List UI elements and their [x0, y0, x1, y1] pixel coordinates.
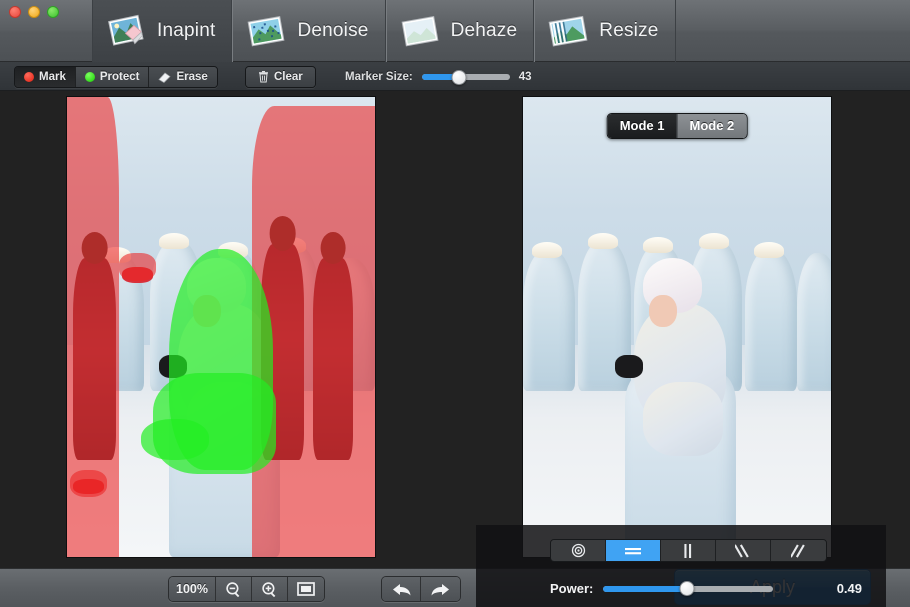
erase-tool-label: Erase — [176, 71, 208, 83]
title-bar: Inapint Denoise Dehaze Resize — [0, 0, 910, 62]
trash-icon — [258, 71, 269, 83]
fit-to-screen-icon[interactable] — [287, 577, 324, 601]
tab-inpaint[interactable]: Inapint — [92, 0, 233, 62]
clear-button[interactable]: Clear — [246, 67, 315, 87]
undo-arrow-icon[interactable] — [382, 577, 421, 601]
red-dot-icon — [24, 72, 34, 82]
photo-resize-icon — [547, 11, 591, 51]
mark-tool-group: Mark Protect Erase — [14, 66, 218, 88]
tab-dehaze[interactable]: Dehaze — [385, 0, 535, 62]
tab-resize-label: Resize — [599, 20, 659, 41]
canvas-area: Mode 1 Mode 2 Power: 0.49 — [0, 91, 910, 607]
mode-2-button[interactable]: Mode 2 — [677, 114, 747, 138]
tab-denoise[interactable]: Denoise — [232, 0, 386, 62]
diagonal-back-icon[interactable] — [716, 540, 771, 561]
mark-tool-label: Mark — [39, 71, 66, 83]
mode-switch: Mode 1 Mode 2 — [606, 113, 748, 139]
tab-inpaint-label: Inapint — [157, 20, 216, 41]
result-photo — [523, 97, 831, 557]
tab-bar: Inapint Denoise Dehaze Resize — [92, 0, 676, 62]
options-bar: Mark Protect Erase Clear Marker Size: 43 — [0, 62, 910, 91]
marker-size-label: Marker Size: — [345, 71, 413, 83]
power-value: 0.49 — [836, 581, 862, 596]
marker-size-slider[interactable] — [421, 69, 510, 85]
protect-tool-button[interactable]: Protect — [75, 67, 150, 87]
protect-tool-label: Protect — [99, 71, 140, 83]
tab-resize[interactable]: Resize — [534, 0, 676, 62]
direction-button-group — [550, 539, 827, 562]
tab-dehaze-label: Dehaze — [450, 20, 518, 41]
marker-size-value: 43 — [518, 71, 532, 83]
redo-arrow-icon[interactable] — [421, 577, 460, 601]
window-controls — [9, 6, 59, 18]
power-label: Power: — [550, 581, 594, 596]
auto-direction-icon[interactable] — [551, 540, 606, 561]
mode-1-button[interactable]: Mode 1 — [607, 114, 678, 138]
zoom-in-icon[interactable] — [251, 577, 288, 601]
minimize-button[interactable] — [28, 6, 40, 18]
vertical-direction-icon[interactable] — [661, 540, 716, 561]
diagonal-forward-icon[interactable] — [771, 540, 826, 561]
zoom-button[interactable] — [47, 6, 59, 18]
source-image-pane[interactable] — [66, 96, 376, 558]
zoom-controls: 100% — [168, 576, 325, 602]
zoom-level-display[interactable]: 100% — [169, 577, 216, 601]
power-control: Power: 0.49 — [550, 581, 862, 596]
source-photo — [67, 97, 375, 557]
close-button[interactable] — [9, 6, 21, 18]
clear-group: Clear — [245, 66, 316, 88]
green-dot-icon — [84, 72, 95, 82]
photo-eraser-icon — [105, 11, 149, 51]
history-controls — [381, 576, 461, 602]
mark-tool-button[interactable]: Mark — [15, 67, 76, 87]
photo-noise-icon — [245, 11, 289, 51]
horizontal-direction-icon[interactable] — [606, 540, 661, 561]
erase-tool-button[interactable]: Erase — [149, 67, 217, 87]
photo-haze-icon — [399, 11, 443, 51]
zoom-out-icon[interactable] — [215, 577, 252, 601]
result-image-pane[interactable]: Mode 1 Mode 2 — [522, 96, 832, 558]
power-slider[interactable] — [603, 581, 774, 596]
app-window: Inapint Denoise Dehaze Resize Mark Prote… — [0, 0, 910, 607]
inpaint-settings-panel: Power: 0.49 — [476, 525, 886, 607]
tab-denoise-label: Denoise — [297, 20, 369, 41]
clear-label: Clear — [274, 71, 303, 83]
marker-size-control: Marker Size: 43 — [345, 66, 532, 88]
eraser-icon — [158, 72, 172, 83]
